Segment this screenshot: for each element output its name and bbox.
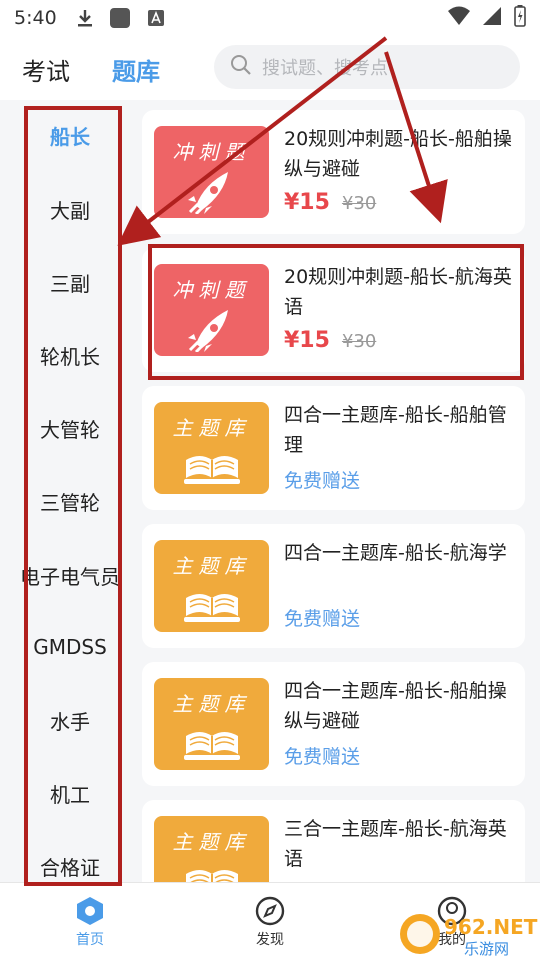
original-price: ¥30 [341, 331, 377, 352]
search-input[interactable]: 搜试题、搜考点 [214, 45, 520, 89]
card-title: 四合一主题库-船长-航海学 [284, 542, 507, 564]
sidebar-item-mechanic[interactable]: 机工 [0, 773, 140, 813]
book-icon [184, 732, 240, 760]
free-gift-label: 免费赠送 [284, 746, 361, 768]
thumb-label: 主题库 [172, 692, 251, 716]
original-price: ¥30 [341, 193, 377, 214]
font-notification-icon [147, 9, 165, 27]
question-bank-list: 冲刺题 20规则冲刺题-船长-船舶操纵与避碰 ¥15 ¥30 冲刺题 20规则冲… [140, 100, 540, 882]
card-title: 20规则冲刺题-船长-航海英语 [284, 266, 512, 318]
sidebar-item-third-mate[interactable]: 三副 [0, 262, 140, 302]
tab-question-bank[interactable]: 题库 [90, 52, 160, 87]
tab-exam[interactable]: 考试 [0, 52, 70, 87]
nav-discover[interactable]: 发现 [220, 893, 320, 949]
wifi-icon [448, 6, 470, 31]
search-icon [230, 54, 262, 81]
card-title: 四合一主题库-船长-船舶操纵与避碰 [284, 680, 507, 732]
battery-icon [514, 4, 526, 32]
current-price: ¥15 [284, 190, 330, 215]
rocket-icon [188, 310, 228, 352]
sprint-thumbnail: 冲刺题 [154, 126, 269, 218]
bank-card[interactable]: 冲刺题 20规则冲刺题-船长-航海英语 ¥15 ¥30 [142, 248, 525, 372]
card-title: 20规则冲刺题-船长-船舶操纵与避碰 [284, 128, 512, 180]
sidebar-item-gmdss[interactable]: GMDSS [0, 627, 140, 667]
card-title: 四合一主题库-船长-船舶管理 [284, 404, 507, 456]
book-icon [184, 456, 240, 484]
compass-icon [220, 893, 320, 929]
sidebar-item-sailor[interactable]: 水手 [0, 700, 140, 740]
card-price: ¥15 ¥30 [284, 328, 376, 353]
status-time: 5:40 [14, 7, 57, 29]
nav-discover-label: 发现 [256, 932, 284, 948]
sidebar-item-certificate[interactable]: 合格证 [0, 846, 140, 886]
top-header: 考试 题库 搜试题、搜考点 [0, 40, 540, 98]
sidebar-item-third-engineer[interactable]: 三管轮 [0, 481, 140, 521]
category-sidebar: 船长 大副 三副 轮机长 大管轮 三管轮 电子电气员 GMDSS 水手 机工 合… [0, 100, 140, 882]
watermark-brand: 962.NET [444, 915, 538, 939]
main-bank-thumbnail: 主题库 [154, 678, 269, 770]
sidebar-item-second-engineer[interactable]: 大管轮 [0, 408, 140, 448]
main-bank-thumbnail: 主题库 [154, 402, 269, 494]
thumb-label: 主题库 [172, 830, 251, 854]
nav-home-label: 首页 [76, 932, 104, 948]
bank-card[interactable]: 主题库 三合一主题库-船长-航海英语 [142, 800, 525, 882]
thumb-label: 主题库 [172, 554, 251, 578]
nav-home[interactable]: 首页 [40, 893, 140, 949]
rocket-icon [188, 172, 228, 214]
bank-card[interactable]: 主题库 四合一主题库-船长-船舶操纵与避碰 免费赠送 [142, 662, 525, 786]
sidebar-item-chief-mate[interactable]: 大副 [0, 189, 140, 229]
free-gift-label: 免费赠送 [284, 470, 361, 492]
home-icon [40, 893, 140, 929]
thumb-label: 冲刺题 [172, 278, 251, 302]
card-title: 三合一主题库-船长-航海英语 [284, 818, 507, 870]
thumb-label: 主题库 [172, 416, 251, 440]
book-icon [186, 870, 238, 882]
current-price: ¥15 [284, 328, 330, 353]
watermark-sub: 乐游网 [464, 940, 509, 958]
free-gift-label: 免费赠送 [284, 608, 361, 630]
sprint-thumbnail: 冲刺题 [154, 264, 269, 356]
main-bank-thumbnail: 主题库 [154, 816, 269, 882]
sidebar-item-electro-officer[interactable]: 电子电气员 [0, 555, 140, 595]
signal-icon [482, 6, 502, 31]
sidebar-item-captain[interactable]: 船长 [0, 115, 140, 155]
app-notification-icon [109, 7, 131, 29]
main-bank-thumbnail: 主题库 [154, 540, 269, 632]
bank-card[interactable]: 主题库 四合一主题库-船长-船舶管理 免费赠送 [142, 386, 525, 510]
download-icon [77, 9, 93, 27]
watermark-logo: 962.NET 乐游网 [398, 910, 538, 958]
sidebar-item-chief-engineer[interactable]: 轮机长 [0, 335, 140, 375]
thumb-label: 冲刺题 [172, 140, 251, 164]
status-bar: 5:40 [0, 0, 540, 36]
bank-card[interactable]: 冲刺题 20规则冲刺题-船长-船舶操纵与避碰 ¥15 ¥30 [142, 110, 525, 234]
bank-card[interactable]: 主题库 四合一主题库-船长-航海学 免费赠送 [142, 524, 525, 648]
card-price: ¥15 ¥30 [284, 190, 376, 215]
book-icon [184, 594, 240, 622]
search-placeholder: 搜试题、搜考点 [262, 58, 388, 79]
